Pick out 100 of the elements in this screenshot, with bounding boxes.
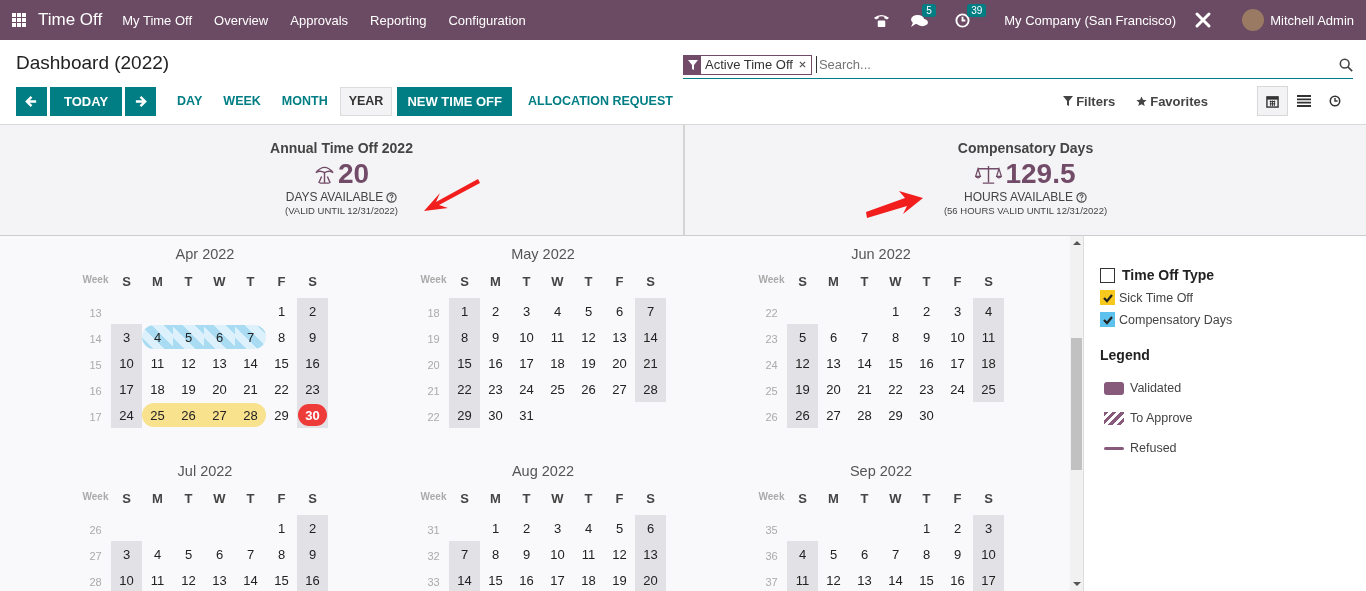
phone-icon[interactable] (873, 12, 891, 28)
calendar-day[interactable]: 28 (635, 377, 666, 401)
menu-item[interactable]: Configuration (448, 12, 526, 28)
scale-tab[interactable]: DAY (168, 86, 212, 116)
menu-item[interactable]: My Time Off (122, 12, 193, 28)
calendar-day[interactable]: 5 (604, 516, 635, 540)
calendar-day[interactable]: 8 (480, 542, 511, 566)
today-button[interactable]: TODAY (50, 86, 123, 116)
filters-toggle[interactable]: Filters (1063, 93, 1116, 109)
calendar-day[interactable]: 22 (880, 377, 911, 401)
calendar-day[interactable]: 10 (511, 325, 542, 349)
calendar-day[interactable]: 3 (973, 516, 1004, 540)
calendar-day[interactable]: 15 (480, 568, 511, 591)
calendar-day[interactable]: 6 (204, 325, 235, 349)
previous-button[interactable] (16, 86, 47, 116)
calendar-day[interactable]: 22 (449, 377, 480, 401)
calendar-day[interactable]: 2 (297, 299, 328, 323)
calendar-day[interactable]: 22 (266, 377, 297, 401)
calendar-day[interactable]: 8 (266, 542, 297, 566)
menu-item[interactable]: Overview (214, 12, 269, 28)
filter-facet[interactable]: Active Time Off (683, 54, 812, 75)
calendar-day[interactable]: 9 (911, 325, 942, 349)
calendar-day[interactable]: 20 (204, 377, 235, 401)
clock-icon[interactable] (955, 12, 971, 28)
calendar-day[interactable]: 16 (511, 568, 542, 591)
calendar-day[interactable]: 13 (849, 568, 880, 591)
calendar-day[interactable]: 21 (235, 377, 266, 401)
calendar-day[interactable]: 11 (787, 568, 818, 591)
help-icon[interactable] (386, 191, 398, 203)
remove-icon[interactable] (798, 61, 806, 68)
calendar-day[interactable]: 27 (204, 403, 235, 427)
calendar-day[interactable]: 13 (604, 325, 635, 349)
calendar-day[interactable]: 10 (973, 542, 1004, 566)
calendar-day[interactable]: 23 (911, 377, 942, 401)
next-button[interactable] (125, 86, 157, 116)
calendar-day[interactable]: 16 (480, 351, 511, 375)
calendar-day[interactable]: 11 (973, 325, 1004, 349)
calendar-day[interactable]: 16 (942, 568, 973, 591)
calendar-day[interactable]: 16 (911, 351, 942, 375)
menu-item[interactable]: Reporting (370, 12, 427, 28)
scroll-up-icon[interactable] (1072, 240, 1081, 246)
calendar-day[interactable]: 7 (635, 299, 666, 323)
calendar-day[interactable]: 10 (542, 542, 573, 566)
calendar-day[interactable]: 7 (880, 542, 911, 566)
tools-icon[interactable] (1194, 11, 1213, 29)
calendar-day[interactable]: 8 (266, 325, 297, 349)
calendar-day[interactable]: 27 (604, 377, 635, 401)
calendar-day[interactable]: 21 (635, 351, 666, 375)
calendar-day[interactable]: 21 (849, 377, 880, 401)
search-icon[interactable] (1339, 57, 1353, 72)
calendar-day[interactable]: 24 (511, 377, 542, 401)
calendar-day[interactable]: 25 (973, 377, 1004, 401)
calendar-day[interactable]: 13 (818, 351, 849, 375)
company-switcher[interactable]: My Company (San Francisco) (1004, 12, 1177, 28)
calendar-day[interactable]: 18 (142, 377, 173, 401)
calendar-day[interactable]: 18 (573, 568, 604, 591)
calendar-day[interactable]: 14 (635, 325, 666, 349)
calendar-day[interactable]: 15 (449, 351, 480, 375)
scroll-down-icon[interactable] (1072, 581, 1081, 587)
calendar-day[interactable]: 5 (173, 542, 204, 566)
calendar-day[interactable]: 26 (173, 403, 204, 427)
calendar-day[interactable]: 29 (449, 403, 480, 427)
calendar-day[interactable]: 20 (818, 377, 849, 401)
user-menu[interactable]: Mitchell Admin (1270, 12, 1354, 28)
calendar-day[interactable]: 17 (111, 377, 142, 401)
calendar-day[interactable]: 9 (297, 325, 328, 349)
calendar-day[interactable]: 6 (635, 516, 666, 540)
calendar-day[interactable]: 14 (235, 568, 266, 591)
calendar-day[interactable]: 24 (942, 377, 973, 401)
calendar-day[interactable]: 11 (573, 542, 604, 566)
scale-tab[interactable]: YEAR (339, 86, 393, 116)
today-day[interactable]: 30 (298, 404, 327, 426)
calendar-day[interactable]: 15 (880, 351, 911, 375)
calendar-day[interactable]: 3 (511, 299, 542, 323)
search-input[interactable]: Search... (815, 56, 1339, 73)
calendar-day[interactable]: 19 (573, 351, 604, 375)
calendar-day[interactable]: 2 (480, 299, 511, 323)
calendar-day[interactable]: 10 (111, 568, 142, 591)
calendar-day[interactable]: 8 (911, 542, 942, 566)
app-name[interactable]: Time Off (38, 10, 103, 30)
calendar-day[interactable]: 8 (449, 325, 480, 349)
calendar-day[interactable]: 14 (235, 351, 266, 375)
calendar-day[interactable]: 9 (511, 542, 542, 566)
calendar-day[interactable]: 5 (173, 325, 204, 349)
calendar-day[interactable]: 18 (973, 351, 1004, 375)
calendar-day[interactable]: 7 (449, 542, 480, 566)
scale-tab[interactable]: WEEK (214, 86, 270, 116)
calendar-day[interactable]: 3 (942, 299, 973, 323)
calendar-day[interactable]: 27 (818, 403, 849, 427)
calendar-day[interactable]: 10 (942, 325, 973, 349)
chat-icon[interactable] (910, 12, 930, 28)
calendar-day[interactable]: 7 (235, 325, 266, 349)
calendar-day[interactable]: 13 (204, 351, 235, 375)
calendar-day[interactable]: 9 (480, 325, 511, 349)
calendar-day[interactable]: 1 (880, 299, 911, 323)
calendar-day[interactable]: 9 (297, 542, 328, 566)
checkbox[interactable] (1100, 267, 1115, 283)
calendar-day[interactable]: 7 (235, 542, 266, 566)
calendar-day[interactable]: 23 (480, 377, 511, 401)
checkbox[interactable] (1100, 312, 1115, 327)
